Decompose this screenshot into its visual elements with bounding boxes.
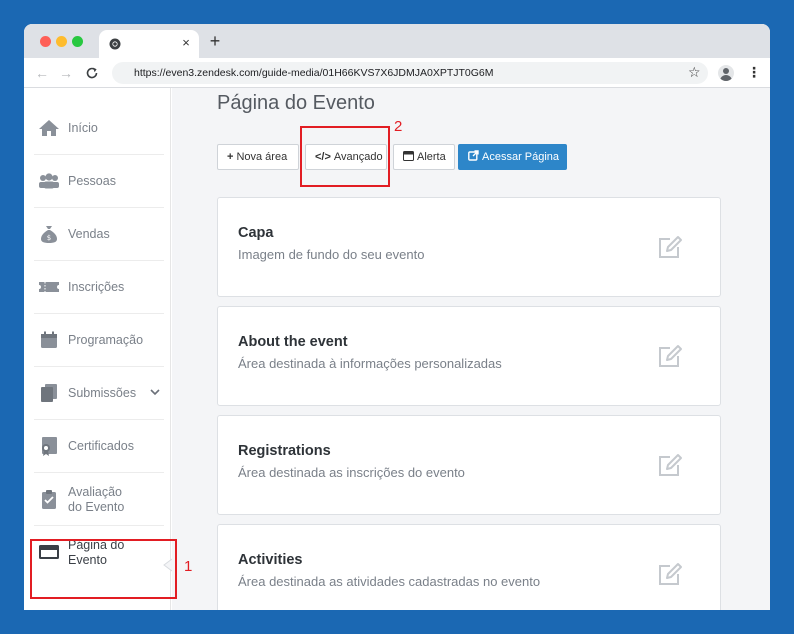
nova-area-label: Nova área: [236, 151, 288, 163]
card-description: Imagem de fundo do seu evento: [238, 247, 425, 262]
chrome-icon: [109, 38, 121, 50]
profile-avatar-icon[interactable]: [718, 65, 734, 81]
edit-icon[interactable]: [656, 561, 684, 587]
sidebar-item-programacao[interactable]: Programação: [34, 314, 164, 367]
annotation-highlight-pagina-do-evento: [30, 539, 177, 599]
sidebar: Início Pessoas $ Vendas Inscrições Progr…: [24, 88, 171, 610]
edit-icon[interactable]: [656, 343, 684, 369]
forward-icon[interactable]: →: [58, 65, 74, 81]
certificate-icon: [42, 437, 57, 456]
address-bar[interactable]: https://even3.zendesk.com/guide-media/01…: [112, 62, 708, 84]
card-activities[interactable]: Activities Área destinada as atividades …: [217, 524, 721, 610]
home-icon: [39, 120, 59, 136]
nova-area-button[interactable]: + Nova área: [217, 144, 299, 170]
calendar-icon: [41, 331, 57, 348]
alerta-button[interactable]: Alerta: [393, 144, 455, 170]
page-title: Página do Evento: [217, 92, 375, 114]
bookmark-star-icon[interactable]: ☆: [688, 64, 701, 80]
card-title: Capa: [238, 225, 274, 241]
sidebar-item-vendas[interactable]: $ Vendas: [34, 208, 164, 261]
plus-icon: +: [227, 151, 234, 163]
reload-icon[interactable]: [84, 65, 100, 81]
sidebar-item-label: Submissões: [68, 386, 137, 400]
sidebar-item-label-line2: do Evento: [68, 500, 125, 514]
browser-window: × + ← → https://even3.zendesk.com/guide-…: [24, 24, 770, 610]
sidebar-item-inicio[interactable]: Início: [34, 102, 164, 155]
sidebar-item-label: Inscrições: [68, 280, 125, 294]
documents-icon: [41, 384, 57, 402]
card-registrations[interactable]: Registrations Área destinada as inscriçõ…: [217, 415, 721, 515]
sidebar-item-label: Programação: [68, 333, 144, 347]
profile-avatar-head: [723, 68, 729, 74]
close-tab-icon[interactable]: ×: [179, 36, 193, 50]
sidebar-item-label: Pessoas: [68, 174, 116, 188]
card-description: Área destinada as atividades cadastradas…: [238, 574, 541, 589]
card-title: Registrations: [238, 443, 331, 459]
edit-icon[interactable]: [656, 452, 684, 478]
tab-bar: × +: [24, 24, 770, 58]
window-icon: [403, 151, 414, 161]
edit-icon[interactable]: [656, 234, 684, 260]
url-text: https://even3.zendesk.com/guide-media/01…: [134, 67, 494, 79]
sidebar-item-label: Vendas: [68, 227, 110, 241]
card-capa[interactable]: Capa Imagem de fundo do seu evento: [217, 197, 721, 297]
sidebar-item-submissoes[interactable]: Submissões: [34, 367, 164, 420]
sidebar-item-label: Avaliação do Evento: [68, 485, 124, 515]
close-window-button[interactable]: [40, 36, 51, 47]
main-content: Página do Evento + Nova área </> Avançado …: [172, 88, 770, 610]
sidebar-item-label: Certificados: [68, 439, 134, 453]
svg-text:$: $: [47, 234, 51, 242]
sidebar-item-certificados[interactable]: Certificados: [34, 420, 164, 473]
back-icon[interactable]: ←: [34, 65, 50, 81]
browser-toolbar: ← → https://even3.zendesk.com/guide-medi…: [24, 58, 770, 88]
annotation-number-two: 2: [394, 118, 403, 135]
chevron-down-icon[interactable]: [150, 386, 160, 400]
sidebar-item-label: Início: [68, 121, 98, 135]
clipboard-icon: [42, 490, 56, 509]
minimize-window-button[interactable]: [56, 36, 67, 47]
acessar-pagina-button[interactable]: Acessar Página: [458, 144, 567, 170]
annotation-highlight-avancado: [300, 126, 390, 187]
sidebar-item-pessoas[interactable]: Pessoas: [34, 155, 164, 208]
browser-tab[interactable]: ×: [99, 30, 199, 58]
sidebar-item-label-line1: Avaliação: [68, 485, 122, 499]
sidebar-item-inscricoes[interactable]: Inscrições: [34, 261, 164, 314]
card-description: Área destinada à informações personaliza…: [238, 356, 502, 371]
browser-menu-icon[interactable]: ⋮: [747, 64, 761, 80]
card-description: Área destinada as inscrições do evento: [238, 465, 465, 480]
acessar-pagina-label: Acessar Página: [482, 151, 560, 163]
card-title: Activities: [238, 552, 303, 568]
card-about-the-event[interactable]: About the event Área destinada à informa…: [217, 306, 721, 406]
maximize-window-button[interactable]: [72, 36, 83, 47]
new-tab-button[interactable]: +: [207, 32, 223, 50]
annotation-number-one: 1: [184, 558, 193, 575]
profile-avatar-body: [720, 75, 732, 81]
ticket-icon: [39, 282, 59, 292]
alerta-label: Alerta: [417, 151, 446, 163]
money-bag-icon: $: [41, 226, 57, 243]
people-icon: [39, 173, 59, 189]
card-title: About the event: [238, 334, 348, 350]
external-link-icon: [468, 150, 479, 161]
sidebar-item-avaliacao[interactable]: Avaliação do Evento: [34, 473, 164, 526]
